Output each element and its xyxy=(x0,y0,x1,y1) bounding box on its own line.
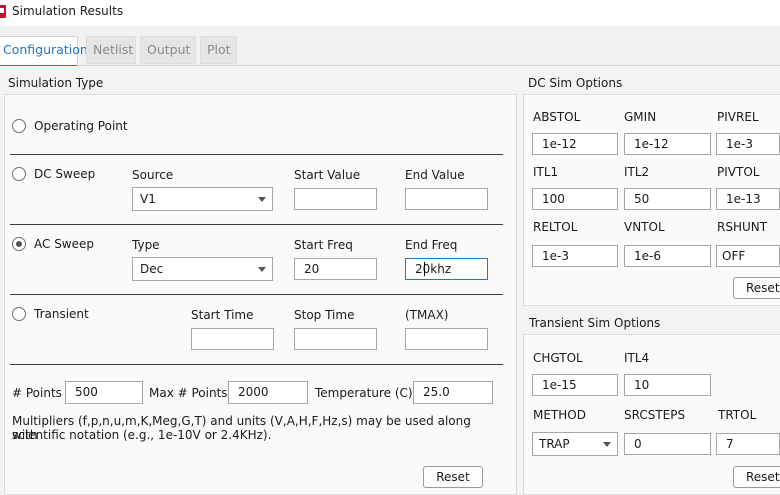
type-label: Type xyxy=(132,238,160,252)
tmax-label: (TMAX) xyxy=(405,308,449,322)
app-logo-icon xyxy=(0,5,6,18)
abstol-label: ABSTOL xyxy=(533,110,581,124)
rshunt-input[interactable]: OFF xyxy=(716,245,780,267)
reltol-label: RELTOL xyxy=(533,220,578,234)
divider xyxy=(10,154,503,155)
itl4-input[interactable]: 10 xyxy=(624,374,711,396)
itl1-input[interactable]: 100 xyxy=(532,188,618,210)
divider xyxy=(10,364,503,365)
method-select[interactable]: TRAP xyxy=(532,432,618,456)
dc-sweep-radio[interactable] xyxy=(12,167,26,181)
srcsteps-label: SRCSTEPS xyxy=(624,408,686,422)
op-point-radio[interactable] xyxy=(12,119,26,133)
srcsteps-input[interactable]: 0 xyxy=(624,433,711,455)
start-freq-label: Start Freq xyxy=(294,238,353,252)
start-time-input[interactable] xyxy=(191,328,274,350)
sim-type-reset-button[interactable]: Reset xyxy=(423,466,483,488)
temperature-label: Temperature (C) xyxy=(315,386,413,400)
dc-options-reset-button[interactable]: Reset xyxy=(733,277,780,299)
start-time-label: Start Time xyxy=(191,308,254,322)
text-cursor xyxy=(424,262,425,276)
pivrel-input[interactable]: 1e-3 xyxy=(716,133,780,155)
divider xyxy=(10,224,503,225)
max-points-input[interactable]: 2000 xyxy=(228,381,308,404)
temperature-input[interactable]: 25.0 xyxy=(413,381,493,404)
source-select[interactable]: V1 xyxy=(132,187,273,211)
start-freq-input[interactable]: 20 xyxy=(294,258,377,280)
points-label: # Points xyxy=(12,386,62,400)
chgtol-input[interactable]: 1e-15 xyxy=(532,374,618,396)
type-select-value: Dec xyxy=(140,262,164,276)
dc-sim-options-heading: DC Sim Options xyxy=(528,76,623,90)
gmin-label: GMIN xyxy=(624,110,657,124)
method-label: METHOD xyxy=(533,408,586,422)
tab-netlist[interactable]: Netlist xyxy=(86,36,136,64)
source-label: Source xyxy=(132,168,174,182)
points-input[interactable]: 500 xyxy=(65,381,143,404)
type-select[interactable]: Dec xyxy=(132,257,273,281)
ac-sweep-label: AC Sweep xyxy=(34,237,95,251)
ac-sweep-radio[interactable] xyxy=(12,237,26,251)
pivtol-input[interactable]: 1e-13 xyxy=(716,188,780,210)
tab-configuration[interactable]: Configuration xyxy=(0,36,88,67)
end-value-input[interactable] xyxy=(405,188,488,210)
transient-options-reset-button[interactable]: Reset xyxy=(733,466,780,488)
itl2-label: ITL2 xyxy=(624,165,650,179)
transient-radio[interactable] xyxy=(12,307,26,321)
divider xyxy=(10,294,503,295)
stop-time-input[interactable] xyxy=(294,328,377,350)
method-select-value: TRAP xyxy=(539,437,570,451)
end-freq-value: 20khz xyxy=(415,262,452,276)
multipliers-note-line2: scientific notation (e.g., 1e-10V or 2.4… xyxy=(12,428,272,442)
chevron-down-icon xyxy=(258,197,266,202)
vntol-label: VNTOL xyxy=(624,220,665,234)
trtol-input[interactable]: 7 xyxy=(716,433,780,455)
op-point-label: Operating Point xyxy=(34,119,128,133)
gmin-input[interactable]: 1e-12 xyxy=(624,133,711,155)
pivrel-label: PIVREL xyxy=(717,110,759,124)
end-value-label: End Value xyxy=(405,168,465,182)
chevron-down-icon xyxy=(258,267,266,272)
itl4-label: ITL4 xyxy=(624,351,650,365)
start-value-input[interactable] xyxy=(294,188,377,210)
rshunt-label: RSHUNT xyxy=(717,220,768,234)
simulation-type-heading: Simulation Type xyxy=(8,76,104,90)
chgtol-label: CHGTOL xyxy=(533,351,583,365)
itl1-label: ITL1 xyxy=(533,165,559,179)
pivtol-label: PIVTOL xyxy=(717,165,760,179)
tab-output[interactable]: Output xyxy=(140,36,196,64)
window-title: Simulation Results xyxy=(12,4,124,18)
start-value-label: Start Value xyxy=(294,168,361,182)
transient-label: Transient xyxy=(34,307,89,321)
source-select-value: V1 xyxy=(140,192,156,206)
stop-time-label: Stop Time xyxy=(294,308,355,322)
vntol-input[interactable]: 1e-6 xyxy=(624,245,711,267)
max-points-label: Max # Points xyxy=(149,386,228,400)
abstol-input[interactable]: 1e-12 xyxy=(532,133,618,155)
tmax-input[interactable] xyxy=(405,328,488,350)
dc-sweep-label: DC Sweep xyxy=(34,167,96,181)
itl2-input[interactable]: 50 xyxy=(624,188,711,210)
transient-sim-options-heading: Transient Sim Options xyxy=(529,316,661,330)
reltol-input[interactable]: 1e-3 xyxy=(532,245,618,267)
trtol-label: TRTOL xyxy=(718,408,757,422)
end-freq-input[interactable]: 20khz xyxy=(405,258,488,280)
tab-plot[interactable]: Plot xyxy=(200,36,237,64)
end-freq-label: End Freq xyxy=(405,238,458,252)
chevron-down-icon xyxy=(603,442,611,447)
